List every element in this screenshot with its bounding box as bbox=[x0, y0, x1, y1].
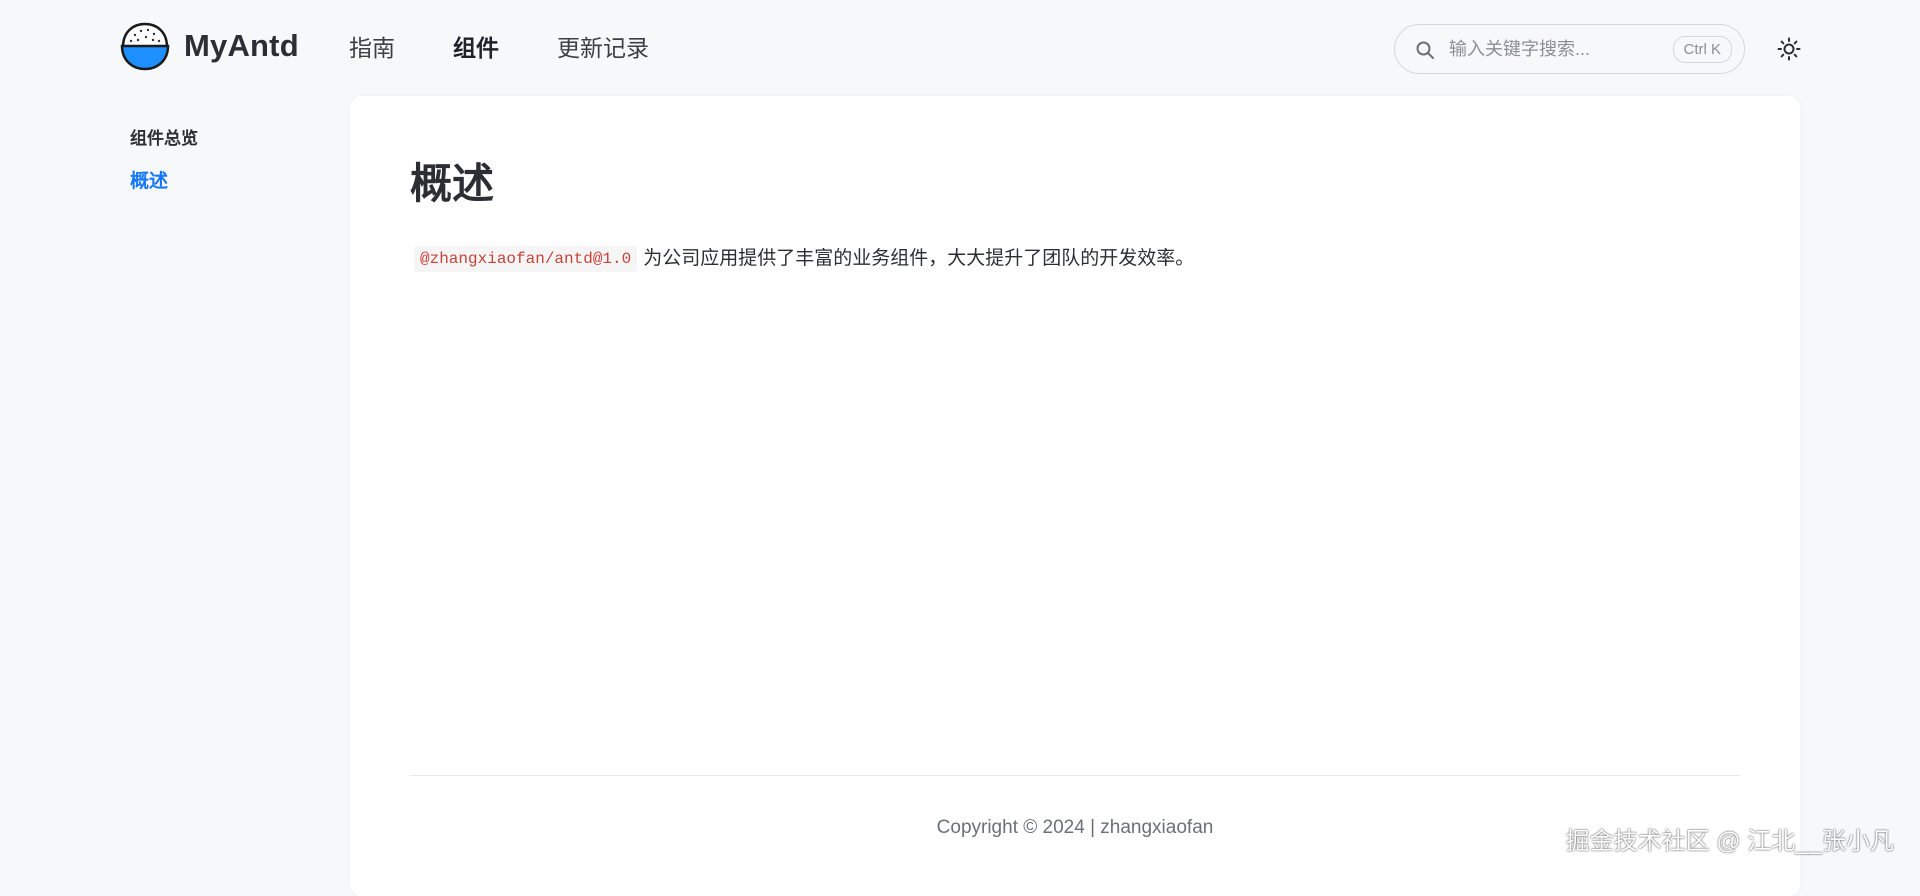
search-icon bbox=[1415, 40, 1435, 60]
brand-name[interactable]: MyAntd bbox=[184, 26, 299, 66]
footer-divider bbox=[410, 775, 1740, 776]
sun-icon[interactable] bbox=[1776, 36, 1802, 62]
intro-paragraph: @zhangxiaofan/antd@1.0 为公司应用提供了丰富的业务组件，大大… bbox=[410, 244, 1194, 274]
sidebar: 组件总览 概述 bbox=[130, 126, 330, 196]
nav-item-changelog[interactable]: 更新记录 bbox=[557, 30, 649, 66]
search-input[interactable] bbox=[1447, 35, 1647, 63]
search-box[interactable]: Ctrl K bbox=[1394, 24, 1745, 74]
search-shortcut-badge: Ctrl K bbox=[1672, 36, 1732, 63]
nav-item-components[interactable]: 组件 bbox=[453, 30, 499, 66]
rice-bowl-icon[interactable] bbox=[119, 20, 171, 72]
nav-item-guide[interactable]: 指南 bbox=[349, 30, 395, 66]
top-header: MyAntd 指南 组件 更新记录 Ctrl K bbox=[0, 0, 1920, 96]
content-card: 概述 @zhangxiaofan/antd@1.0 为公司应用提供了丰富的业务组件… bbox=[350, 96, 1800, 896]
sidebar-group-title: 组件总览 bbox=[130, 129, 198, 148]
top-nav: 指南 组件 更新记录 bbox=[349, 30, 707, 66]
watermark: 掘金技术社区 @ 江北__张小凡 bbox=[1565, 828, 1894, 855]
page-title: 概述 bbox=[410, 160, 495, 207]
sidebar-item-overview[interactable]: 概述 bbox=[130, 168, 330, 196]
intro-text: 为公司应用提供了丰富的业务组件，大大提升了团队的开发效率。 bbox=[643, 248, 1195, 269]
package-code: @zhangxiaofan/antd@1.0 bbox=[414, 245, 638, 272]
